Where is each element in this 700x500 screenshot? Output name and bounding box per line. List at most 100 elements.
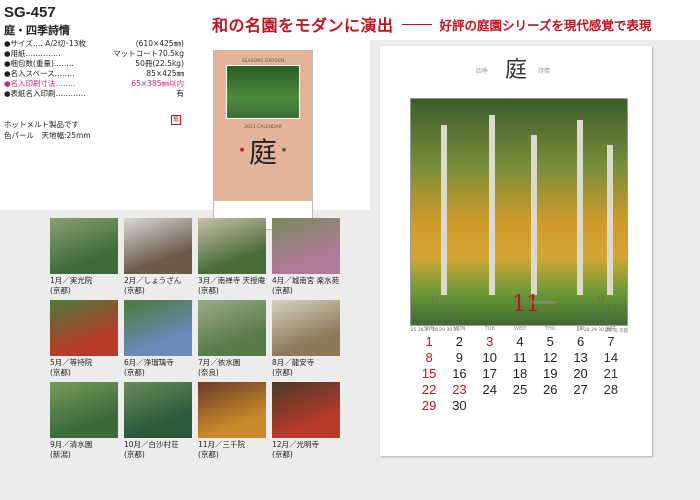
thumb-label: 8月／龍安寺 (京都) xyxy=(272,358,340,377)
weekday-label: WED xyxy=(514,326,526,332)
calendar-day: 14 xyxy=(603,350,619,365)
cover-caption-2: 2021 CALENDAR xyxy=(244,125,282,130)
spec-value: 85×425㎜ xyxy=(146,69,184,78)
mini-prev-month: 10 xyxy=(431,296,439,303)
calendar-sheet: 四季 庭 詩情 三千院 京都 10 1 2 3 4 5 6 7 8 9 10 11 12 13 14 15 1… xyxy=(380,46,652,456)
thumb-label-place: (京都) xyxy=(272,449,293,459)
thumb-photo xyxy=(124,300,192,356)
thumb-label-place: (京都) xyxy=(124,449,145,459)
photo-tree xyxy=(607,145,613,295)
cover-background: SEASONS GARDEN 2021 CALENDAR ● 庭 ● xyxy=(214,51,312,201)
thumb-label-name: 11月／三千院 xyxy=(198,440,246,449)
mini-day: 4 xyxy=(613,304,617,309)
mini-day xyxy=(431,304,438,309)
thumb-photo xyxy=(198,300,266,356)
calendar-day: 24 xyxy=(482,382,497,397)
thumb-label: 12月／光明寺 (京都) xyxy=(272,440,340,459)
calendar-day xyxy=(535,398,565,414)
calendar-day: 19 xyxy=(543,366,558,381)
thumb-label-name: 8月／龍安寺 xyxy=(272,358,315,367)
spec-key: ●名入印刷寸法‥‥‥‥ xyxy=(4,79,76,88)
thumb-label: 10月／白沙村荘 (京都) xyxy=(124,440,192,459)
thumb-label-place: (奈良) xyxy=(198,367,219,377)
photo-tree xyxy=(441,125,447,295)
thumb-label-place: (京都) xyxy=(50,285,71,295)
month-thumb: 1月／実光院 (京都) xyxy=(50,218,118,295)
cover-kanji: 庭 xyxy=(248,136,277,169)
product-notes: ホットメルト製品です色パール 天地幅:25mm xyxy=(4,119,91,141)
month-thumb: 7月／依水園 (奈良) xyxy=(198,300,266,377)
month-thumb: 3月／南禅寺 天授庵 (京都) xyxy=(198,218,266,295)
calendar-cover: SEASONS GARDEN 2021 CALENDAR ● 庭 ● xyxy=(213,50,313,230)
note-line: 色パール 天地幅:25mm xyxy=(4,131,91,140)
thumb-photo xyxy=(50,218,118,274)
calendar-day: 3 xyxy=(486,334,494,349)
mini-day: 11 xyxy=(410,316,417,321)
thumb-label: 6月／浄瑠璃寺 (京都) xyxy=(124,358,192,377)
mini-day xyxy=(410,304,417,309)
mini-day: 7 xyxy=(433,310,437,315)
calendar-day: 6 xyxy=(576,334,585,349)
photo-tree xyxy=(489,115,495,295)
thumb-label-name: 10月／白沙村荘 xyxy=(124,440,179,449)
calendar-day: 12 xyxy=(543,350,558,365)
mini-day: 7 xyxy=(585,310,589,315)
thumb-label: 7月／依水園 (奈良) xyxy=(198,358,266,377)
thumb-photo xyxy=(198,382,266,438)
mini-day: 14 xyxy=(583,316,590,321)
calendar-day: 15 xyxy=(421,366,437,381)
spec-row: ●サイズ‥‥ A/2切･13枚 (610×425㎜) xyxy=(4,39,184,49)
month-calendar: SUN MON TUE WED THU FRI SAT 1 2 3 4 5 6 7 8 9 10 11 12 13 14… xyxy=(414,326,626,414)
thumb-label-name: 4月／城南宮 楽水苑 xyxy=(272,276,340,285)
month-thumb: 12月／光明寺 (京都) xyxy=(272,382,340,459)
mini-day: 9 xyxy=(447,310,451,315)
month-english: November xyxy=(531,300,558,306)
mini-day: 3 xyxy=(454,304,458,309)
photo-tree xyxy=(531,135,537,295)
product-title: 庭・四季詩情 xyxy=(4,24,70,37)
spec-row: ●梱包数(重量)‥‥‥‥ 50冊(22.5kg) xyxy=(4,59,184,69)
thumb-label-name: 9月／清水園 xyxy=(50,440,93,449)
thumb-label-place: (新潟) xyxy=(50,449,71,459)
mini-day: 8 xyxy=(592,310,596,315)
thumb-label-place: (京都) xyxy=(198,449,219,459)
page-mark: ◦ xyxy=(386,443,389,448)
spec-key: ●用紙‥‥‥‥‥‥‥ xyxy=(4,49,61,58)
spec-row: ●名入スペース‥‥‥‥ 85×425㎜ xyxy=(4,69,184,79)
month-thumb: 10月／白沙村荘 (京都) xyxy=(124,382,192,459)
calendar-day: 26 xyxy=(543,382,558,397)
mini-day: 14 xyxy=(432,316,438,321)
weekday-label: FRI xyxy=(576,326,585,332)
mini-day: 12 xyxy=(417,316,424,321)
mini-day: 2 xyxy=(599,304,603,309)
note-line: ホットメルト製品です xyxy=(4,120,79,129)
mini-day: 17 xyxy=(453,316,460,321)
weekday-label: THU xyxy=(545,326,556,332)
mini-day: 17 xyxy=(605,316,611,321)
calendar-day: 10 xyxy=(482,350,497,365)
month-thumb: 2月／しょうざん (京都) xyxy=(124,218,192,295)
spec-row: ●名入印刷寸法‥‥‥‥ 65×385㎜以内 xyxy=(4,79,184,89)
thumb-label-place: (京都) xyxy=(198,285,219,295)
mini-day: 19 xyxy=(619,316,626,321)
mini-day: 9 xyxy=(599,310,603,315)
calendar-day: 17 xyxy=(482,366,497,381)
thumb-label: 9月／清水園 (新潟) xyxy=(50,440,118,459)
thumb-label-name: 2月／しょうざん xyxy=(124,276,182,285)
headline: 和の名園をモダンに演出 好評の庭園シリーズを現代感覚で表現 xyxy=(212,12,700,36)
calendar-day: 18 xyxy=(512,366,528,381)
thumb-label-place: (京都) xyxy=(50,367,71,377)
headline-rule xyxy=(401,23,432,25)
sheet-head-left: 四季 xyxy=(476,68,489,75)
calendar-day: 23 xyxy=(452,382,467,397)
mini-day: 10 xyxy=(453,310,460,315)
sheet-head-kanji: 庭 xyxy=(504,58,527,83)
mini-day: 15 xyxy=(439,316,445,321)
mini-day: 8 xyxy=(440,310,444,315)
calendar-day: 7 xyxy=(607,334,615,349)
thumb-photo xyxy=(272,218,340,274)
calendar-day: 21 xyxy=(603,366,619,381)
calendar-day: 2 xyxy=(455,334,464,349)
calendar-day: 28 xyxy=(603,382,619,397)
calendar-day: 11 xyxy=(513,350,527,365)
